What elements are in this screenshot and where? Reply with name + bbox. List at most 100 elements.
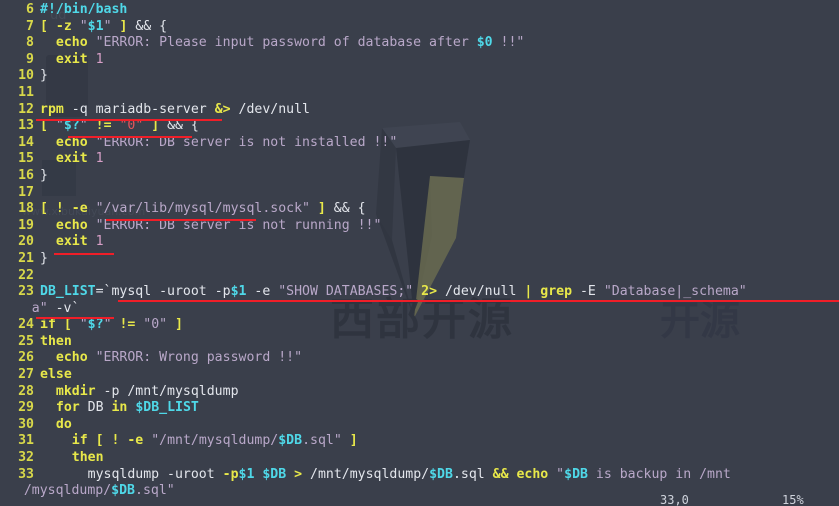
code-token: ] [309,201,334,217]
code-token: && { [333,201,366,217]
line-number: 6 [26,2,34,17]
code-line[interactable]: 25 then [0,334,839,351]
code-token: =` [95,284,112,300]
code-line[interactable]: 24 if [ "$?" != "0" ] [0,317,839,334]
code-token: -v` [55,300,80,316]
line-number: 31 [18,433,34,449]
line-number: 14 [18,134,34,150]
code-token: else [40,367,72,383]
code-token: a" [31,300,56,316]
code-line[interactable]: 21} [0,251,839,268]
code-token: -p [214,284,231,300]
code-line-continuation: a" -v` [0,301,839,318]
code-line[interactable]: 26 echo "ERROR: Wrong password !!" [0,350,839,367]
scroll-percent-indicator: 15% [782,493,804,506]
code-token: " [79,317,88,333]
line-number: 23 [18,284,34,300]
code-line[interactable]: 7 [ -z "$1" ] && { [0,19,839,36]
code-line[interactable]: 31 if [ ! -e "/mnt/mysqldump/$DB.sql" ] [0,433,839,450]
code-line[interactable]: 6 #!/bin/bash [0,2,839,19]
code-token: $DB [278,433,303,449]
code-line[interactable]: 32 then [0,450,839,467]
code-text: mysqldump -uroot -p$1 $DB > /mnt/mysqldu… [40,467,731,482]
underline-db-list-cmd [118,300,839,302]
code-token: " [556,466,565,482]
cursor-position-indicator: 33,0 [660,493,689,506]
code-token: "Database|_schema" [603,284,747,300]
code-token: /dev/null [444,284,525,300]
code-line[interactable]: 10} [0,68,839,85]
code-content-area[interactable]: 6 #!/bin/bash 7[ -z "$1" ] && {8 echo "ERR… [0,0,839,500]
line-number: 28 [18,383,34,399]
code-token: exit [55,151,96,167]
code-line[interactable]: 9 exit 1 [0,52,839,69]
code-line[interactable]: 30 do [0,417,839,434]
code-text: echo "ERROR: Wrong password !!" [40,350,302,365]
code-token: -p /mnt/mysqldump [103,383,239,399]
code-token: then [40,333,72,349]
code-text: exit 1 [40,52,104,67]
code-line[interactable]: 8 echo "ERROR: Please input password of … [0,35,839,52]
code-line[interactable]: 17 [0,185,839,202]
code-token: #!/bin/bash [40,2,128,17]
code-text: then [40,450,104,465]
code-token: ] [111,18,136,34]
line-number: 9 [26,51,34,67]
code-text: [ ! -e "/var/lib/mysql/mysql.sock" ] && … [40,201,366,216]
code-token: 1 [95,234,104,250]
line-number: 7 [26,18,34,34]
line-number: 26 [18,350,34,366]
line-number: 19 [18,217,34,233]
code-token: $1 [87,18,104,34]
code-token: -e [71,201,96,217]
line-number: 16 [18,167,34,183]
code-token: | [524,284,541,300]
code-token: $? [87,317,104,333]
line-number: 25 [18,333,34,349]
code-token: -uroot [159,284,215,300]
code-line[interactable]: 20 exit 1 [0,234,839,251]
code-token: DB_LIST [40,284,96,300]
code-token: 1 [95,51,104,67]
code-token: .sql [452,466,493,482]
code-token: -uroot [167,466,223,482]
line-number: 27 [18,367,34,383]
code-text: } [40,251,48,266]
code-line[interactable]: 11 [0,85,839,102]
code-token: 1 [95,151,104,167]
code-token: for [55,400,88,416]
code-line[interactable]: 12 rpm -q mariadb-server &> /dev/null [0,102,839,119]
code-editor-window[interactable]: ud www.xibukaiyuan.com 西部开源 开源 6 #!/bin/b… [0,0,839,506]
code-token: "ERROR: Please input password of databas… [95,35,477,51]
code-token: $1 [230,284,247,300]
code-text: } [40,168,48,183]
code-token: rpm [40,101,72,117]
code-line[interactable]: 27 else [0,367,839,384]
code-line[interactable]: 29 for DB in $DB_LIST [0,400,839,417]
code-line[interactable]: 15 exit 1 [0,151,839,168]
code-token: echo [55,217,96,233]
code-token: [ ! [95,433,128,449]
line-number: 12 [18,101,34,117]
code-token: exit [55,51,96,67]
line-number: 29 [18,400,34,416]
code-line[interactable]: 16} [0,168,839,185]
code-line[interactable]: 22 [0,268,839,285]
code-text: } [40,68,48,83]
code-token: /mnt/mysqldump/ [310,466,430,482]
code-token: then [71,450,104,466]
code-token: grep [540,284,580,300]
code-text: if [ ! -e "/mnt/mysqldump/$DB.sql" ] [40,433,358,448]
code-text: exit 1 [40,151,104,166]
code-token: $0 [476,35,493,51]
code-line[interactable]: 18 [ ! -e "/var/lib/mysql/mysql.sock" ] &… [0,201,839,218]
code-line[interactable]: 28 mkdir -p /mnt/mysqldump [0,384,839,401]
code-text: then [40,334,72,349]
line-number: 20 [18,234,34,250]
